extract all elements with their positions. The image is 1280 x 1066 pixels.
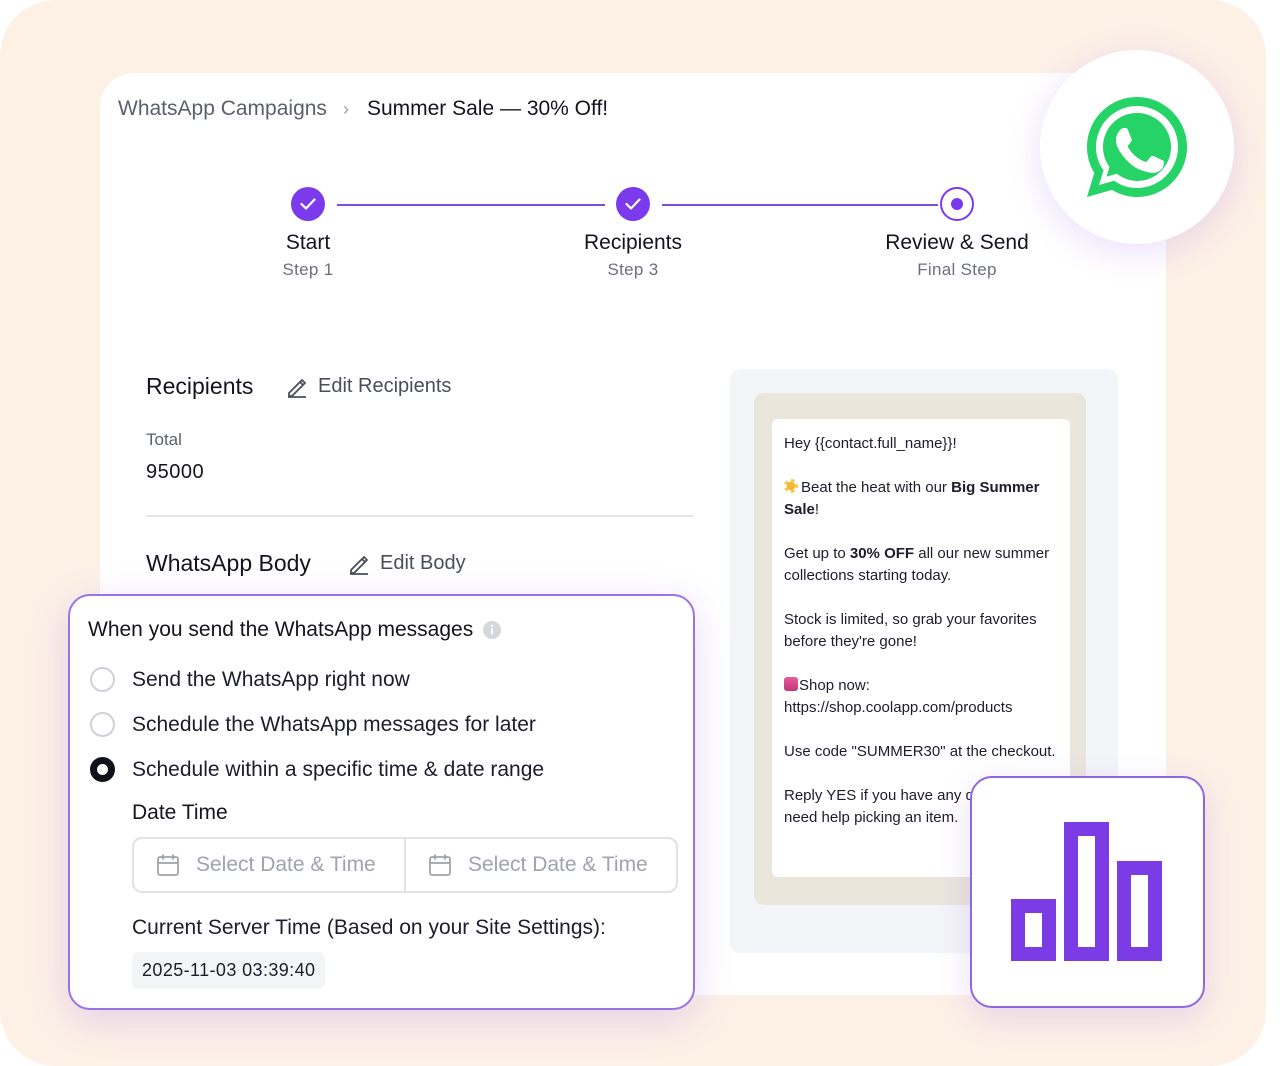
schedule-panel: When you send the WhatsApp messages Send… bbox=[68, 594, 695, 1010]
step-review-label: Review & Send bbox=[885, 231, 1029, 254]
total-label: Total bbox=[146, 430, 182, 449]
option-schedule-later[interactable]: Schedule the WhatsApp messages for later bbox=[90, 712, 536, 737]
server-time-label: Current Server Time (Based on your Site … bbox=[132, 916, 606, 939]
option-schedule-range[interactable]: Schedule within a specific time & date r… bbox=[90, 757, 544, 782]
step-recipients-check-icon[interactable] bbox=[616, 187, 650, 221]
step-start-label: Start bbox=[285, 231, 331, 254]
calendar-icon bbox=[429, 854, 451, 876]
server-time-value: 2025-11-03 03:39:40 bbox=[132, 952, 326, 989]
edit-recipients-label: Edit Recipients bbox=[318, 375, 452, 397]
step-review-current-icon[interactable] bbox=[940, 187, 974, 221]
whatsapp-badge bbox=[1040, 50, 1234, 244]
whatsapp-logo-icon bbox=[1087, 97, 1187, 197]
stepper-connector-2 bbox=[662, 204, 938, 206]
step-start-sub: Step 1 bbox=[282, 260, 334, 279]
edit-body-button[interactable]: Edit Body bbox=[348, 552, 466, 575]
step-review-sub: Final Step bbox=[917, 260, 997, 279]
start-date-input[interactable]: Select Date & Time bbox=[134, 839, 404, 891]
breadcrumb-root-link[interactable]: WhatsApp Campaigns bbox=[118, 97, 327, 121]
recipients-title: Recipients bbox=[146, 373, 254, 399]
step-recipients-sub: Step 3 bbox=[607, 260, 659, 279]
info-icon[interactable] bbox=[483, 621, 502, 639]
section-divider bbox=[146, 515, 693, 517]
analytics-badge bbox=[970, 776, 1205, 1008]
bar-chart-icon bbox=[1011, 822, 1162, 961]
option-send-now[interactable]: Send the WhatsApp right now bbox=[90, 667, 410, 692]
message-greeting: Hey {{contact.full_name}}! bbox=[784, 435, 957, 452]
chevron-right-icon: › bbox=[342, 98, 349, 119]
radio-schedule-later[interactable] bbox=[90, 712, 115, 737]
end-date-input[interactable]: Select Date & Time bbox=[404, 839, 676, 891]
calendar-icon bbox=[157, 854, 179, 876]
radio-send-now[interactable] bbox=[90, 667, 115, 692]
message-line-1: Beat the heat with our Big Summer Sale! bbox=[784, 479, 1040, 518]
breadcrumb: WhatsApp Campaigns › Summer Sale — 30% O… bbox=[118, 97, 608, 121]
shop-link[interactable]: https://shop.coolapp.com/products bbox=[784, 699, 1012, 716]
radio-schedule-range[interactable] bbox=[90, 757, 115, 782]
whatsapp-body-title: WhatsApp Body bbox=[146, 550, 311, 576]
sun-emoji-icon bbox=[784, 479, 798, 493]
shopping-bag-emoji-icon bbox=[784, 677, 798, 691]
date-time-label: Date Time bbox=[132, 801, 228, 824]
date-range-picker: Select Date & Time Select Date & Time bbox=[132, 837, 678, 893]
message-line-3: Stock is limited, so grab your favorites… bbox=[784, 611, 1037, 650]
schedule-title: When you send the WhatsApp messages bbox=[88, 618, 502, 642]
edit-body-label: Edit Body bbox=[380, 552, 466, 574]
step-recipients-label: Recipients bbox=[583, 231, 683, 254]
step-start-check-icon[interactable] bbox=[291, 187, 325, 221]
message-line-4: Shop now: https://shop.coolapp.com/produc… bbox=[784, 677, 1013, 716]
pencil-icon bbox=[288, 378, 306, 398]
pencil-icon bbox=[350, 555, 368, 575]
edit-recipients-button[interactable]: Edit Recipients bbox=[286, 375, 451, 398]
total-value: 95000 bbox=[146, 461, 205, 483]
breadcrumb-current: Summer Sale — 30% Off! bbox=[366, 97, 609, 120]
message-line-2: Get up to 30% OFF all our new summer col… bbox=[784, 545, 1050, 584]
message-line-5: Use code "SUMMER30" at the checkout. bbox=[784, 743, 1056, 760]
stepper-connector-1 bbox=[337, 204, 605, 206]
